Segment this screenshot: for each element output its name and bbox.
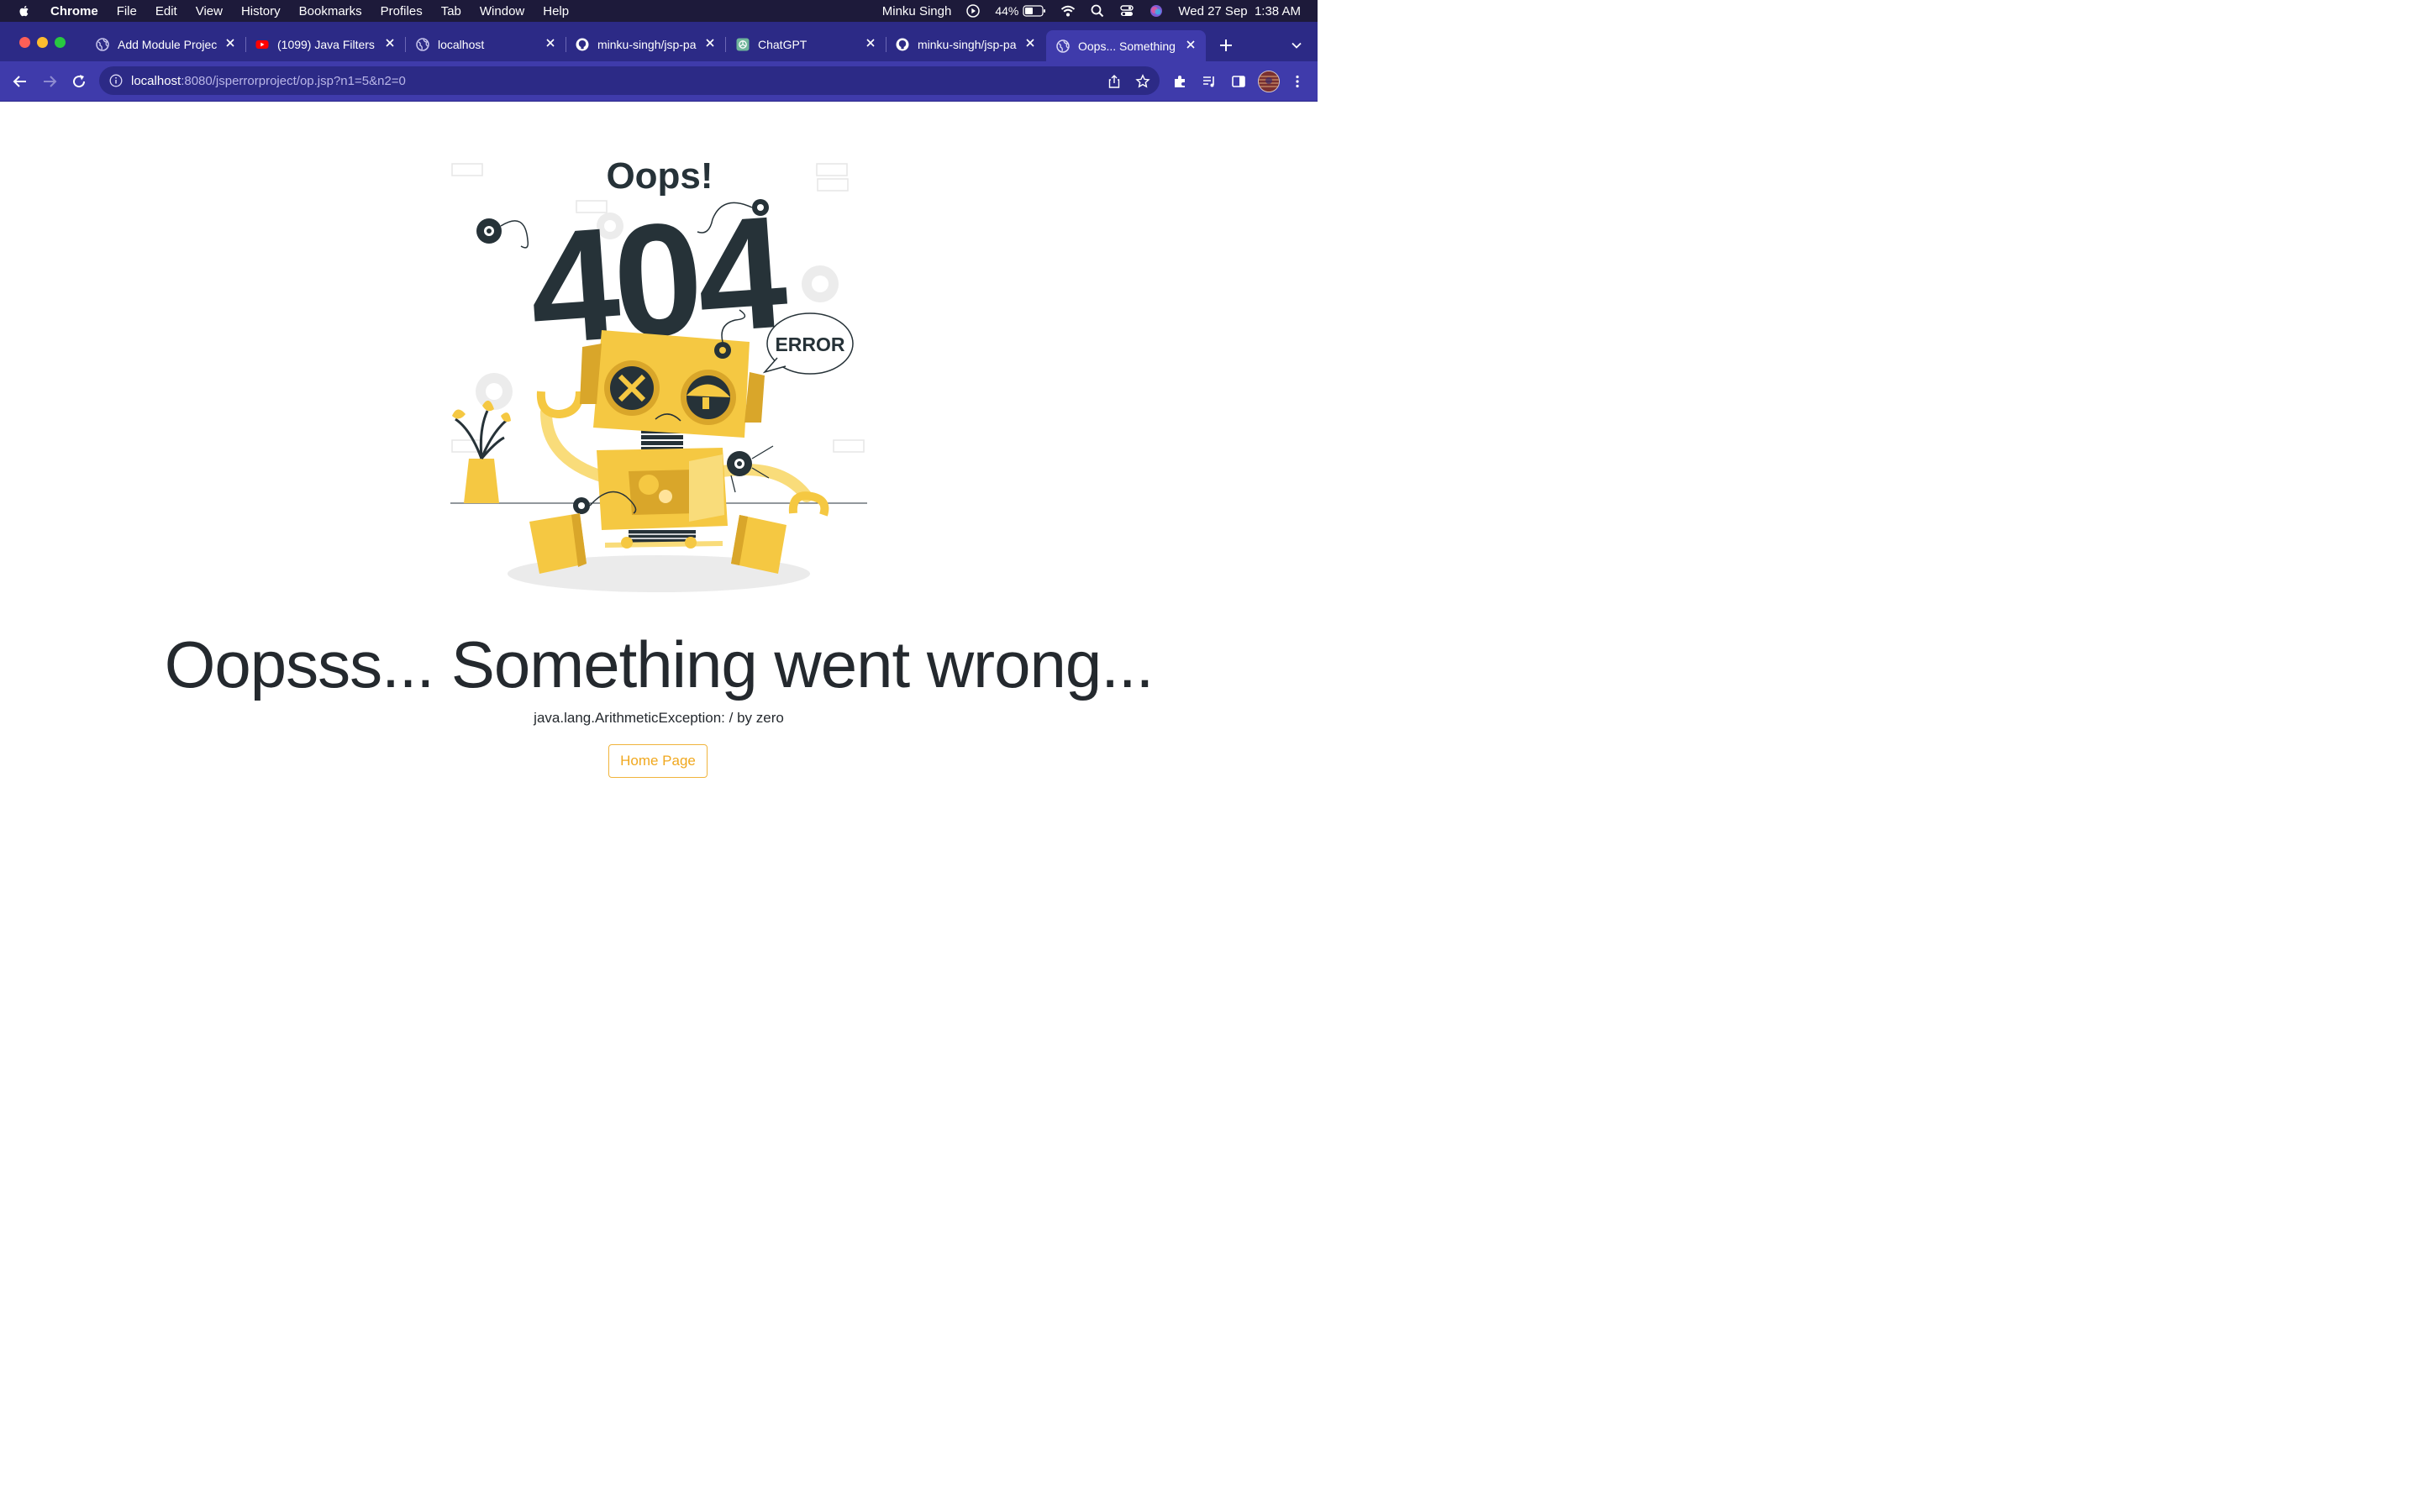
battery-icon[interactable] [1023, 5, 1046, 17]
tab-title: localhost [438, 37, 485, 51]
close-tab-icon[interactable] [1186, 39, 1196, 50]
globe-icon [1056, 39, 1070, 53]
url-host: localhost [131, 73, 182, 88]
tab-add-module-project[interactable]: Add Module Projec [86, 30, 246, 58]
tab-java-filters-youtube[interactable]: (1099) Java Filters [245, 30, 406, 58]
tab-github-jsp-2[interactable]: minku-singh/jsp-pa [886, 30, 1045, 58]
tab-search-chevron-down-icon[interactable] [1291, 39, 1302, 51]
url-path: :8080/jsperrorproject/op.jsp?n1=5&n2=0 [181, 73, 406, 88]
github-icon [576, 38, 589, 50]
tab-title: minku-singh/jsp-pa [597, 37, 697, 51]
menu-edit[interactable]: Edit [155, 4, 177, 18]
menu-file[interactable]: File [117, 4, 137, 18]
spotlight-search-icon[interactable] [1090, 3, 1105, 18]
tab-oops-something-active[interactable]: Oops... Something [1046, 30, 1206, 61]
tab-title: ChatGPT [758, 37, 808, 51]
menu-bookmarks[interactable]: Bookmarks [299, 4, 362, 18]
extensions-puzzle-icon[interactable] [1172, 74, 1187, 89]
wifi-icon[interactable] [1060, 3, 1076, 18]
youtube-icon [255, 39, 269, 49]
menu-help[interactable]: Help [543, 4, 569, 18]
exception-message: java.lang.ArithmeticException: / by zero [534, 710, 784, 726]
menu-history[interactable]: History [241, 4, 281, 18]
menu-app-name[interactable]: Chrome [50, 4, 98, 18]
site-info-icon[interactable] [109, 74, 123, 87]
media-playlist-icon[interactable] [1202, 74, 1217, 89]
share-icon[interactable] [1107, 74, 1122, 89]
globe-icon [96, 37, 109, 51]
bookmark-star-icon[interactable] [1135, 74, 1150, 89]
macos-menu-bar: Chrome File Edit View History Bookmarks … [0, 0, 1318, 22]
window-minimize-button[interactable] [37, 37, 48, 48]
tab-title: minku-singh/jsp-pa [918, 37, 1017, 51]
close-tab-icon[interactable] [865, 38, 876, 48]
close-tab-icon[interactable] [545, 38, 555, 48]
profile-avatar[interactable] [1258, 71, 1280, 92]
menu-tab[interactable]: Tab [441, 4, 461, 18]
play-icon[interactable] [965, 3, 981, 18]
window-close-button[interactable] [19, 37, 30, 48]
tab-title: Oops... Something [1078, 39, 1176, 53]
menu-view[interactable]: View [196, 4, 223, 18]
side-panel-icon[interactable] [1231, 74, 1246, 89]
error-headline: Oopsss... Something went wrong... [164, 627, 1155, 701]
address-bar[interactable]: localhost:8080/jsperrorproject/op.jsp?n1… [99, 66, 1160, 95]
github-icon [896, 38, 909, 50]
window-zoom-button[interactable] [55, 37, 66, 48]
more-menu-icon[interactable] [1290, 74, 1305, 89]
menubar-user[interactable]: Minku Singh [882, 4, 952, 18]
menubar-datetime[interactable]: Wed 27 Sep 1:38 AM [1178, 4, 1301, 18]
menu-window[interactable]: Window [480, 4, 524, 18]
siri-icon[interactable] [1149, 3, 1164, 18]
close-tab-icon[interactable] [385, 38, 395, 48]
menu-profiles[interactable]: Profiles [381, 4, 423, 18]
new-tab-plus-icon[interactable] [1218, 38, 1234, 53]
close-tab-icon[interactable] [225, 38, 235, 48]
error-page: Oops! 404 ERROR Oopsss... Something went… [0, 102, 1318, 823]
control-center-icon[interactable] [1119, 3, 1134, 18]
tab-title: Add Module Projec [118, 37, 218, 51]
avatar-image-icon [1259, 71, 1279, 92]
battery-percent: 44% [995, 4, 1019, 18]
browser-tab-strip: Add Module Projec (1099) Java Filters lo… [0, 22, 1318, 61]
globe-icon [416, 37, 429, 51]
reload-icon[interactable] [71, 73, 87, 90]
url-text[interactable]: localhost:8080/jsperrorproject/op.jsp?n1… [131, 74, 406, 88]
browser-toolbar: localhost:8080/jsperrorproject/op.jsp?n1… [0, 61, 1318, 102]
close-tab-icon[interactable] [1025, 38, 1035, 48]
close-tab-icon[interactable] [705, 38, 715, 48]
error-bubble-text: ERROR [775, 333, 844, 355]
chatgpt-icon [736, 38, 750, 50]
robot-404-illustration: Oops! 404 ERROR [450, 155, 867, 592]
tab-title: (1099) Java Filters [277, 37, 375, 51]
back-arrow-icon[interactable] [12, 73, 29, 90]
forward-arrow-icon[interactable] [41, 73, 58, 90]
dark-gear-left [476, 218, 529, 249]
tab-github-jsp-1[interactable]: minku-singh/jsp-pa [566, 30, 726, 58]
tab-chatgpt[interactable]: ChatGPT [726, 30, 886, 58]
apple-icon[interactable] [18, 4, 31, 18]
tab-localhost[interactable]: localhost [406, 30, 566, 58]
home-page-button[interactable]: Home Page [608, 744, 708, 778]
